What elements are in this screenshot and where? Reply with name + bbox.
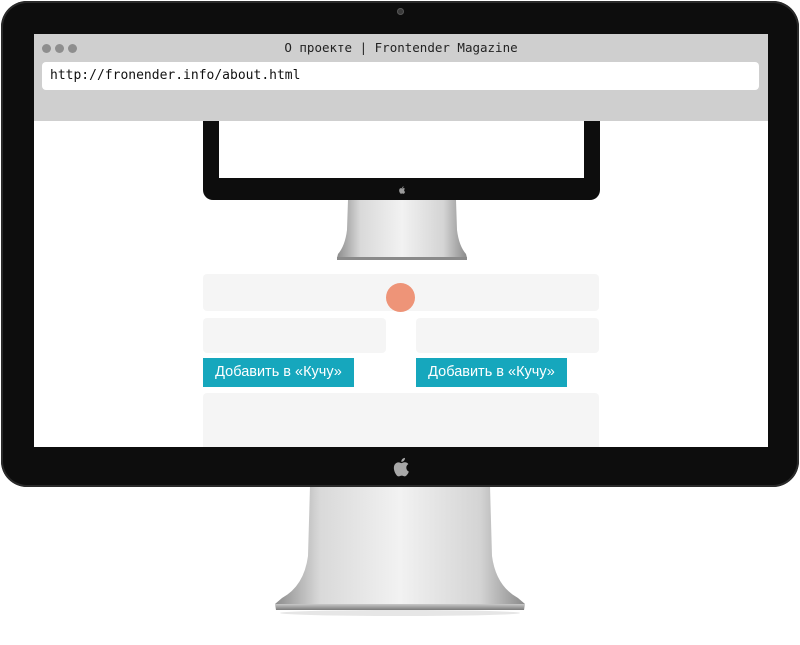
browser-chrome: О проекте | Frontender Magazine http://f… (34, 34, 768, 121)
apple-logo-icon (399, 186, 406, 194)
placeholder-block (203, 393, 599, 447)
placeholder-block (203, 318, 386, 353)
hero-monitor-illustration (203, 121, 600, 200)
monitor-bezel: О проекте | Frontender Magazine http://f… (1, 1, 799, 487)
avatar-placeholder (386, 283, 415, 312)
window-title: О проекте | Frontender Magazine (284, 40, 518, 55)
placeholder-block (416, 318, 599, 353)
add-to-pile-button[interactable]: Добавить в «Кучу» (203, 358, 354, 387)
monitor-stand (275, 486, 525, 616)
apple-logo-icon (393, 457, 409, 477)
add-to-pile-button[interactable]: Добавить в «Кучу» (416, 358, 567, 387)
url-text[interactable]: http://fronender.info/about.html (50, 68, 300, 83)
hero-monitor-stand (337, 200, 467, 260)
monitor-screen: О проекте | Frontender Magazine http://f… (34, 34, 768, 447)
camera-icon (397, 8, 404, 15)
address-bar[interactable]: http://fronender.info/about.html (42, 62, 759, 90)
hero-monitor-screen (219, 121, 584, 178)
